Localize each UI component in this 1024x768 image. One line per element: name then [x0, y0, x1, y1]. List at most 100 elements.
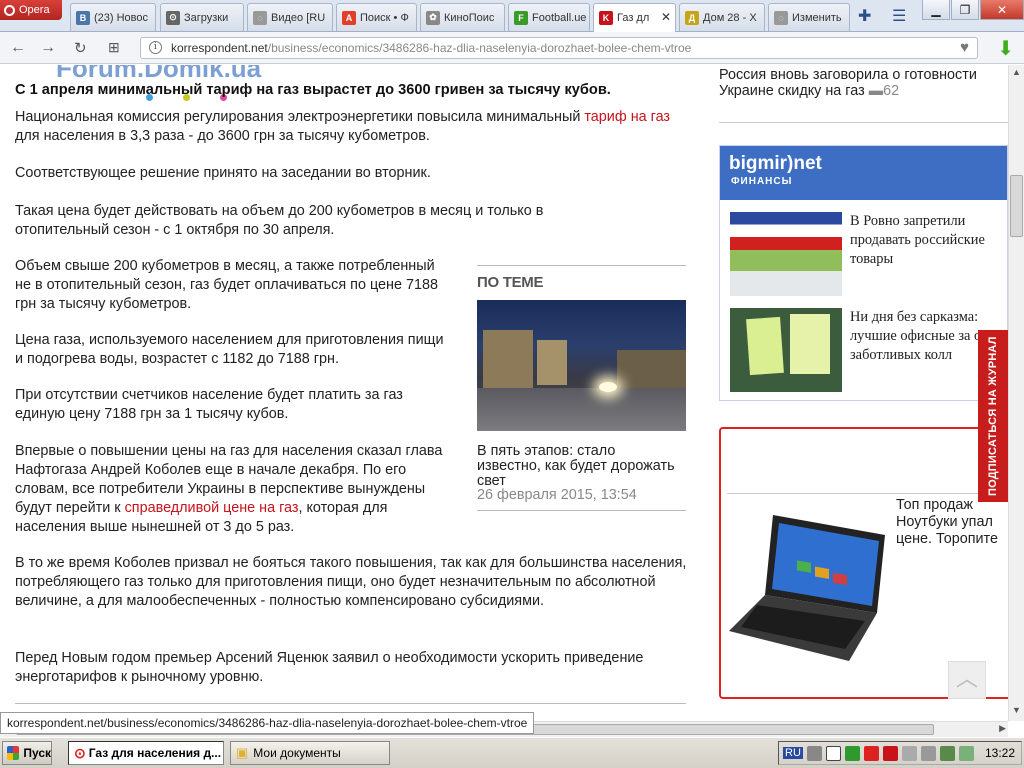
bigmir-item-image[interactable]	[730, 212, 842, 296]
article-paragraph: В то же время Коболев призвал не бояться…	[15, 555, 687, 609]
tab-download[interactable]: ⊙ Загрузки	[160, 3, 244, 31]
system-tray: RU 13:22	[778, 741, 1022, 765]
volume-icon[interactable]	[920, 745, 936, 761]
folder-icon: ▣	[236, 745, 249, 760]
subscribe-button[interactable]: ПОДПИСАТЬСЯ НА ЖУРНАЛ	[978, 330, 1008, 502]
promo-divider	[727, 493, 1008, 494]
loading-favicon-icon: ◌	[774, 10, 788, 25]
scroll-right-arrow-icon[interactable]: ▶	[999, 723, 1006, 734]
article-paragraph: Такая цена будет действовать на объем до…	[15, 203, 544, 238]
scroll-up-arrow-icon[interactable]: ▲	[1009, 67, 1024, 81]
paragraph-text: Национальная комиссия регулирования элек…	[15, 109, 585, 125]
tray-app-icon[interactable]	[844, 745, 860, 761]
taskbar: Пуск ⊙ Газ для населения д... ▣ Мои докуме…	[0, 737, 1024, 768]
start-button[interactable]: Пуск	[2, 741, 52, 765]
tab-label: Дом 28 - Х	[703, 11, 757, 24]
tab-vk[interactable]: В (23) Новос	[70, 3, 156, 31]
language-indicator[interactable]: RU	[783, 747, 803, 759]
new-tab-icon[interactable]: ✚	[858, 6, 871, 26]
tab-loading[interactable]: ◌ Изменить	[768, 3, 850, 31]
opera-menu-button[interactable]: Opera	[0, 0, 62, 20]
vertical-scrollbar[interactable]: ▲ ▼	[1008, 65, 1024, 721]
opera-menu-label: Opera	[19, 4, 50, 16]
promo-line: Ноутбуки упал	[896, 514, 993, 530]
loading-favicon-icon: ◌	[253, 10, 267, 25]
article-paragraph: Цена газа, используемого населением для …	[15, 332, 444, 367]
forward-icon[interactable]: →	[40, 39, 56, 57]
article-paragraph: Впервые о повышении цены на газ для насе…	[15, 442, 451, 537]
taskbar-item-documents[interactable]: ▣ Мои документы	[230, 741, 390, 765]
address-toolbar: ← → ↻ ⊞ i korrespondent.net/business/eco…	[0, 32, 1024, 64]
opera-task-icon: ⊙	[74, 744, 86, 761]
forum-favicon-icon: Д	[685, 10, 699, 25]
article-paragraph: Соответствующее решение принято на засед…	[15, 165, 431, 181]
url-path: /business/economics/3486286-haz-dlia-nas…	[267, 41, 692, 55]
comment-icon: ▬	[868, 83, 884, 99]
comment-count: 62	[883, 83, 900, 99]
status-url: korrespondent.net/business/economics/348…	[0, 712, 535, 734]
gas-tariff-link[interactable]: тариф на газ	[584, 109, 670, 125]
tab-label: Видео [RU	[271, 11, 326, 24]
tab-label: Загрузки	[184, 11, 229, 24]
minimize-icon[interactable]: ▁	[922, 0, 950, 20]
tab-search[interactable]: A Поиск • Ф	[336, 3, 417, 31]
tab-forum[interactable]: Д Дом 28 - Х	[679, 3, 765, 31]
antivirus-icon[interactable]	[901, 745, 917, 761]
promo-line: цене. Торопите	[896, 531, 998, 547]
article-divider	[15, 703, 686, 704]
tab-loading[interactable]: ◌ Видео [RU	[247, 3, 333, 31]
scroll-to-top-button[interactable]: ︿	[948, 661, 986, 699]
help-icon[interactable]	[825, 745, 841, 761]
laptop-image[interactable]	[727, 513, 887, 663]
promo-text[interactable]: Топ продаж Ноутбуки упал цене. Торопите	[896, 497, 998, 548]
task-label: Газ для населения д...	[88, 746, 222, 760]
tab-film[interactable]: ✿ КиноПоис	[420, 3, 505, 31]
bigmir-header[interactable]: bigmir)net ФИНАНСЫ	[720, 146, 1007, 200]
tab-label: Изменить	[792, 11, 842, 24]
korrespondent-icon[interactable]	[882, 745, 898, 761]
reload-icon[interactable]: ↻	[74, 39, 87, 57]
vk-favicon-icon: В	[76, 10, 90, 25]
fair-gas-price-link[interactable]: справедливой цене на газ	[125, 500, 299, 516]
bookmark-heart-icon[interactable]: ♥	[960, 38, 969, 58]
close-tab-icon[interactable]: ✕	[658, 10, 671, 24]
tab-bar: Opera В (23) Новос ⊙ Загрузки ◌ Видео [RU A Пои…	[0, 0, 1024, 32]
clock: 13:22	[984, 746, 1015, 760]
tab-menu-icon[interactable]: ☰	[892, 6, 906, 26]
tab-label: Football.ue	[532, 11, 587, 24]
tab-label: (23) Новос	[94, 11, 149, 24]
taskbar-item-opera[interactable]: ⊙ Газ для населения д...	[68, 741, 224, 765]
article-paragraph: При отсутствии счетчиков население будет…	[15, 387, 403, 422]
scrollbar-thumb[interactable]	[1010, 175, 1023, 237]
film-favicon-icon: ✿	[426, 10, 440, 25]
scroll-down-arrow-icon[interactable]: ▼	[1009, 705, 1024, 719]
close-window-icon[interactable]: ✕	[980, 0, 1024, 20]
speed-dial-icon[interactable]: ⊞	[108, 39, 120, 56]
maximize-icon[interactable]: ❐	[951, 0, 979, 20]
tab-korrespondent[interactable]: K Газ дл ✕	[593, 3, 676, 32]
related-caption-link[interactable]: В пять этапов: стало известно, как будет…	[477, 444, 682, 489]
download-favicon-icon: ⊙	[166, 10, 180, 25]
related-box: ПО ТЕМЕ В пять этапов: стало известно, к…	[477, 265, 686, 511]
search-favicon-icon: A	[342, 10, 356, 25]
related-label: ПО ТЕМЕ	[477, 274, 544, 291]
site-info-icon[interactable]: i	[149, 41, 162, 54]
acrobat-icon[interactable]	[863, 745, 879, 761]
download-icon[interactable]: ⬇	[997, 36, 1014, 61]
tab-football[interactable]: F Football.ue	[508, 3, 590, 31]
related-photo[interactable]	[477, 300, 686, 431]
safely-remove-icon[interactable]	[958, 745, 974, 761]
sidebar-divider	[719, 122, 1008, 123]
address-field[interactable]: i korrespondent.net/business/economics/3…	[140, 37, 978, 59]
windows-logo-icon	[7, 746, 20, 760]
network-icon[interactable]	[939, 745, 955, 761]
sidebar-top-news[interactable]: Россия вновь заговорила о готовности Укр…	[719, 67, 1008, 99]
bigmir-item-image[interactable]	[730, 308, 842, 392]
tab-label: КиноПоис	[444, 11, 495, 24]
back-icon[interactable]: ←	[10, 39, 26, 57]
bigmir-item-link[interactable]: В Ровно запретили продавать российские т…	[850, 212, 1008, 269]
keyboard-icon[interactable]	[806, 745, 822, 761]
korrespondent-favicon-icon: K	[599, 11, 613, 25]
tab-label: Поиск • Ф	[360, 11, 409, 24]
opera-logo-icon	[4, 4, 15, 16]
